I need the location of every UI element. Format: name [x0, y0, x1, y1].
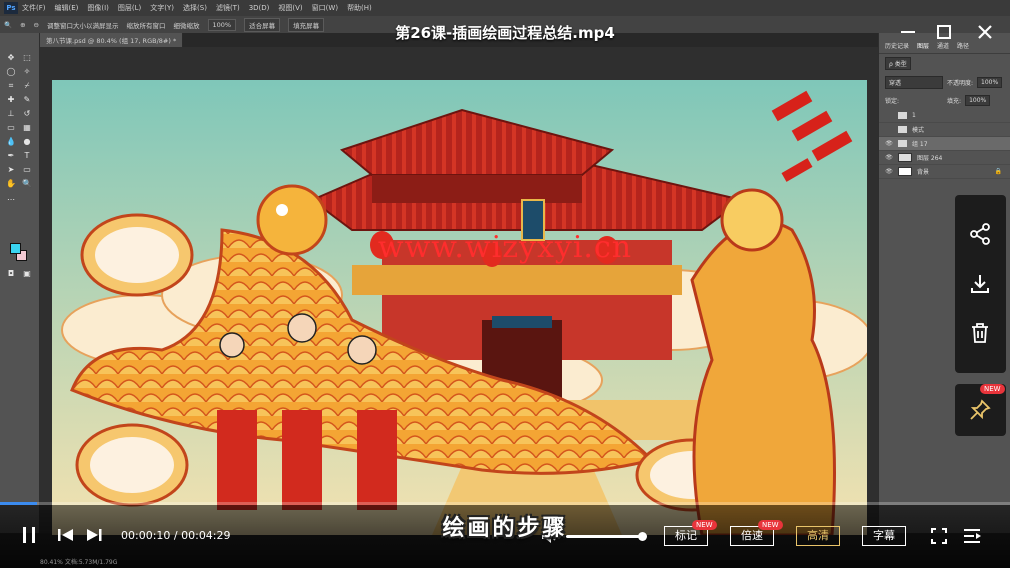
move-tool-icon[interactable]: ✥ [6, 53, 16, 63]
ps-toolbar: ✥ ⬚ ◯ ✧ ⌗ ⌿ ✚ ✎ ⊥ ↺ ▭ ▦ 💧 ● ✒ T ➤ ▭ ✋ 🔍 … [0, 33, 40, 533]
screen: { "player": { "title": "第26课-插画绘画过程总结.mp… [0, 0, 1010, 568]
video-title: 第26课-插画绘画过程总结.mp4 [395, 24, 615, 42]
layer-thumbnail [898, 153, 912, 162]
fill-label: 填充: [947, 98, 962, 105]
dodge-tool-icon[interactable]: ● [22, 137, 32, 147]
layer-name: 模式 [912, 127, 925, 134]
lock-icon: 🔒 [994, 168, 1002, 175]
folder-icon [898, 126, 907, 133]
path-select-tool-icon[interactable]: ➤ [6, 165, 16, 175]
maximize-icon[interactable] [932, 20, 956, 44]
layer-thumbnail [898, 167, 912, 176]
layer-row-selected[interactable]: 👁 组 17 [879, 137, 1010, 151]
menu-window[interactable]: 窗口(W) [312, 3, 338, 13]
new-badge: NEW [980, 384, 1005, 394]
stamp-tool-icon[interactable]: ⊥ [6, 109, 16, 119]
folder-icon [898, 140, 907, 147]
status-doc: 文档:5.73M/1.79G [64, 559, 118, 566]
pin-icon[interactable] [968, 398, 992, 422]
photoshop-logo-icon: Ps [4, 2, 18, 14]
layer-row[interactable]: 模式 [879, 123, 1010, 137]
pen-tool-icon[interactable]: ✒ [6, 151, 16, 161]
menu-help[interactable]: 帮助(H) [347, 3, 372, 13]
eye-icon[interactable]: 👁 [885, 154, 893, 161]
menu-filter[interactable]: 滤镜(T) [216, 3, 240, 13]
layer-name: 图层 264 [917, 155, 943, 162]
menu-select[interactable]: 选择(S) [183, 3, 207, 13]
subtitle-text: 绘画的步骤 [442, 516, 568, 541]
ps-menubar: Ps 文件(F) 编辑(E) 图像(I) 图层(L) 文字(Y) 选择(S) 滤… [0, 0, 1010, 16]
menu-file[interactable]: 文件(F) [22, 3, 46, 13]
blend-mode-select[interactable]: 穿透 [885, 76, 943, 89]
lasso-tool-icon[interactable]: ◯ [6, 67, 16, 77]
lock-label: 锁定: [885, 98, 900, 105]
fill-field[interactable]: 100% [965, 95, 991, 106]
layer-filter-kind[interactable]: ρ 类型 [885, 57, 911, 70]
layer-row[interactable]: 👁 背景 🔒 [879, 165, 1010, 179]
healing-tool-icon[interactable]: ✚ [6, 95, 16, 105]
brush-tool-icon[interactable]: ✎ [22, 95, 32, 105]
screen-mode-icon[interactable]: ▣ [22, 269, 32, 279]
crop-tool-icon[interactable]: ⌗ [6, 81, 16, 91]
eye-icon[interactable]: 👁 [885, 168, 893, 175]
minimize-icon[interactable] [896, 20, 920, 44]
menu-view[interactable]: 视图(V) [278, 3, 302, 13]
close-icon[interactable] [973, 20, 997, 44]
history-brush-tool-icon[interactable]: ↺ [22, 109, 32, 119]
illustration-canvas [52, 80, 867, 535]
shape-tool-icon[interactable]: ▭ [22, 165, 32, 175]
type-tool-icon[interactable]: T [22, 151, 32, 161]
blend-row: 穿透 不透明度: 100% [879, 73, 1010, 92]
layer-row[interactable]: 1 [879, 109, 1010, 123]
ps-status-bar: 80.41% 文档:5.73M/1.79G [40, 557, 117, 566]
opacity-field[interactable]: 100% [977, 77, 1003, 88]
layer-name: 组 17 [912, 141, 928, 148]
layer-row[interactable]: 👁 图层 264 [879, 151, 1010, 165]
eye-icon[interactable]: 👁 [885, 140, 893, 147]
menu-edit[interactable]: 编辑(E) [55, 3, 79, 13]
delete-icon[interactable] [968, 321, 992, 345]
eyedropper-tool-icon[interactable]: ⌿ [22, 81, 32, 91]
layer-name: 1 [912, 112, 916, 119]
side-action-panel [955, 195, 1006, 373]
gradient-tool-icon[interactable]: ▦ [22, 123, 32, 133]
more-tools-icon[interactable]: ⋯ [6, 195, 16, 205]
download-icon[interactable] [968, 272, 992, 296]
magic-wand-tool-icon[interactable]: ✧ [22, 67, 32, 77]
hand-tool-icon[interactable]: ✋ [6, 179, 16, 189]
watermark-text: www.wizyxyi.cn [377, 230, 633, 265]
marquee-tool-icon[interactable]: ⬚ [22, 53, 32, 63]
folder-icon [898, 112, 907, 119]
share-icon[interactable] [968, 222, 992, 246]
lock-row: 锁定: 填充: 100% [879, 92, 1010, 109]
menu-type[interactable]: 文字(Y) [150, 3, 174, 13]
opacity-label: 不透明度: [947, 80, 974, 87]
lantern-festival-illustration [52, 80, 867, 535]
zoom-tool-panel-icon[interactable]: 🔍 [22, 179, 32, 189]
layer-filter-row: ρ 类型 [879, 54, 1010, 73]
blur-tool-icon[interactable]: 💧 [6, 137, 16, 147]
menu-image[interactable]: 图像(I) [87, 3, 109, 13]
menu-layer[interactable]: 图层(L) [118, 3, 141, 13]
menu-3d[interactable]: 3D(D) [249, 4, 270, 12]
status-zoom: 80.41% [40, 559, 63, 566]
eraser-tool-icon[interactable]: ▭ [6, 123, 16, 133]
quick-mask-icon[interactable]: ◘ [6, 269, 16, 279]
layer-name: 背景 [917, 169, 930, 176]
